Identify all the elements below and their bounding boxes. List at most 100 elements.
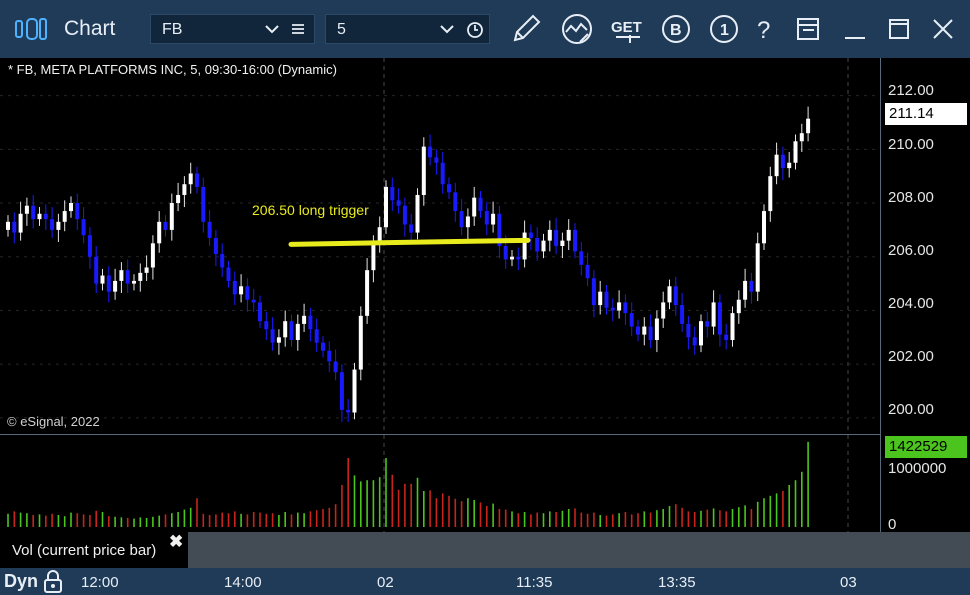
candle-body[interactable]	[371, 243, 376, 271]
candle-body[interactable]	[358, 315, 363, 370]
volume-bar[interactable]	[353, 475, 356, 527]
candle-body[interactable]	[554, 229, 559, 246]
candle-body[interactable]	[459, 211, 464, 228]
volume-bar[interactable]	[32, 515, 34, 527]
candle-body[interactable]	[478, 197, 483, 212]
volume-bar[interactable]	[656, 510, 658, 527]
volume-bar[interactable]	[410, 483, 412, 527]
candle-body[interactable]	[774, 154, 779, 177]
candle-body[interactable]	[636, 326, 640, 335]
volume-bar[interactable]	[164, 514, 167, 527]
volume-bar[interactable]	[668, 506, 671, 527]
volume-bar[interactable]	[265, 513, 268, 527]
price-chart[interactable]: * FB, META PLATFORMS INC, 5, 09:30-16:00…	[0, 58, 880, 434]
volume-bar[interactable]	[504, 509, 507, 527]
candle-body[interactable]	[421, 146, 426, 195]
volume-bar[interactable]	[183, 509, 186, 527]
candle-body[interactable]	[239, 286, 244, 295]
candle-body[interactable]	[182, 184, 187, 195]
time-axis[interactable]: Dyn 12:00 14:00 02 11:35 13:35 03	[0, 568, 970, 595]
candle-body[interactable]	[787, 162, 792, 169]
candle-body[interactable]	[220, 254, 225, 268]
candle-body[interactable]	[56, 221, 61, 230]
interval-input[interactable]: 5	[325, 14, 490, 44]
volume-bar[interactable]	[599, 515, 601, 527]
volume-bar[interactable]	[378, 477, 381, 527]
candle-body[interactable]	[270, 329, 275, 343]
indicator-icon[interactable]	[560, 12, 594, 46]
volume-bar[interactable]	[366, 480, 368, 527]
candle-body[interactable]	[604, 291, 609, 308]
volume-bar[interactable]	[454, 498, 457, 527]
volume-bar[interactable]	[202, 513, 205, 527]
candle-body[interactable]	[736, 299, 741, 314]
volume-bar[interactable]	[738, 507, 740, 527]
candle-body[interactable]	[245, 286, 250, 300]
volume-bar[interactable]	[416, 477, 419, 527]
volume-bar[interactable]	[51, 513, 53, 527]
chevron-down-icon[interactable]	[440, 23, 454, 35]
volume-bar[interactable]	[750, 509, 753, 527]
candle-body[interactable]	[755, 243, 760, 292]
candle-body[interactable]	[686, 323, 691, 338]
lock-icon[interactable]	[43, 569, 63, 593]
volume-bar[interactable]	[158, 515, 160, 527]
volume-bar[interactable]	[555, 512, 557, 527]
volume-bar[interactable]	[334, 504, 337, 527]
volume-bar[interactable]	[719, 510, 721, 527]
volume-bar[interactable]	[7, 513, 9, 527]
volume-bar[interactable]	[271, 513, 274, 527]
volume-bar[interactable]	[95, 510, 97, 527]
volume-bar[interactable]	[284, 512, 286, 527]
candle-body[interactable]	[484, 211, 489, 225]
candle-body[interactable]	[113, 280, 118, 292]
candle-body[interactable]	[321, 342, 325, 351]
volume-bar[interactable]	[763, 498, 765, 527]
candle-body[interactable]	[711, 302, 716, 327]
chart-annotation[interactable]: 206.50 long trigger	[252, 202, 369, 218]
candle-body[interactable]	[62, 211, 67, 222]
volume-bar[interactable]	[744, 505, 746, 527]
volume-bar[interactable]	[643, 511, 646, 527]
candle-body[interactable]	[6, 221, 10, 230]
volume-bar[interactable]	[536, 512, 538, 527]
volume-bar[interactable]	[89, 515, 91, 527]
volume-bar[interactable]	[139, 517, 142, 527]
volume-bar[interactable]	[498, 509, 501, 527]
candle-body[interactable]	[333, 361, 338, 373]
candle-body[interactable]	[157, 221, 162, 244]
volume-bar[interactable]	[523, 512, 526, 527]
volume-bar[interactable]	[303, 513, 305, 527]
volume-bar[interactable]	[567, 509, 570, 527]
candle-body[interactable]	[365, 270, 370, 316]
close-icon[interactable]	[926, 12, 960, 46]
candle-body[interactable]	[541, 240, 546, 252]
candle-body[interactable]	[428, 146, 433, 158]
candle-body[interactable]	[37, 213, 42, 220]
volume-bar[interactable]	[473, 500, 475, 527]
volume-bar[interactable]	[801, 471, 803, 527]
candle-body[interactable]	[503, 246, 508, 260]
candle-body[interactable]	[617, 302, 622, 311]
volume-bar[interactable]	[259, 512, 261, 527]
volume-bar[interactable]	[479, 502, 482, 527]
candle-body[interactable]	[18, 213, 23, 233]
candle-body[interactable]	[661, 302, 666, 319]
candle-body[interactable]	[516, 256, 521, 260]
volume-bar[interactable]	[706, 509, 709, 527]
volume-bar[interactable]	[82, 514, 85, 527]
volume-bar[interactable]	[240, 513, 242, 527]
candle-body[interactable]	[119, 270, 124, 281]
candle-body[interactable]	[201, 186, 206, 222]
volume-bar[interactable]	[177, 512, 179, 527]
volume-bar[interactable]	[297, 512, 299, 527]
candle-body[interactable]	[87, 235, 92, 257]
candle-body[interactable]	[768, 176, 773, 212]
candle-body[interactable]	[195, 173, 199, 187]
volume-bar[interactable]	[234, 511, 236, 527]
volume-bar[interactable]	[731, 509, 734, 527]
candle-body[interactable]	[705, 321, 710, 327]
volume-bar[interactable]	[372, 480, 375, 527]
candle-body[interactable]	[730, 313, 735, 340]
volume-bar[interactable]	[593, 512, 595, 527]
